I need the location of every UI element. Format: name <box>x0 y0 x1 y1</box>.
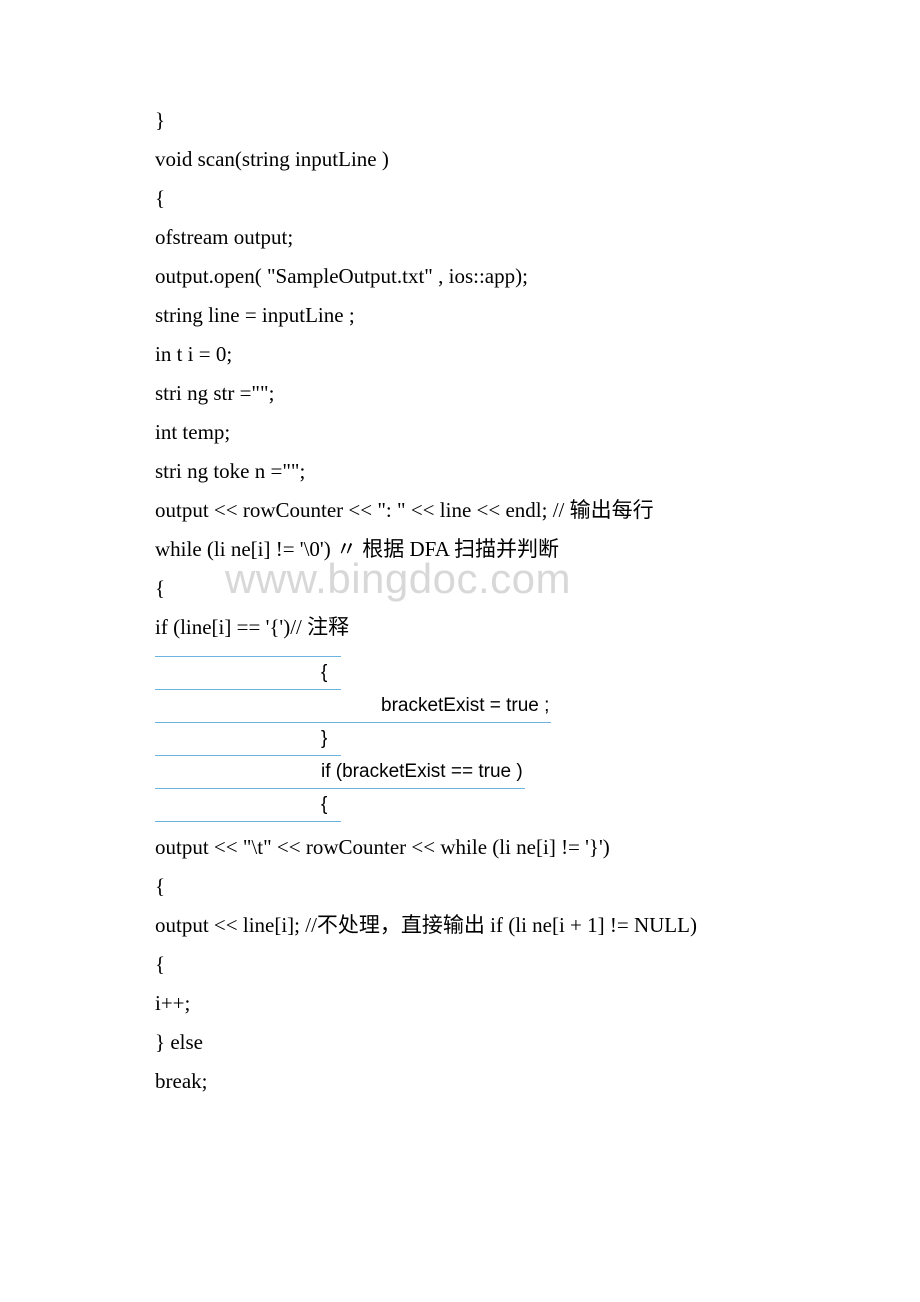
code-line: string line = inputLine ; <box>155 305 765 326</box>
table-row: { <box>155 789 765 822</box>
code-line: output << line[i]; //不处理，直接输出 if (li ne[… <box>155 915 765 936</box>
code-line: while (li ne[i] != '\0') 〃 根据 DFA 扫描并判断 <box>155 539 765 560</box>
document-body: } void scan(string inputLine ) { ofstrea… <box>0 0 920 1190</box>
table-row: } <box>155 723 765 756</box>
table-cell-indent <box>155 656 319 690</box>
table-cell-indent <box>155 690 379 723</box>
table-cell: { <box>319 789 341 822</box>
table-cell: } <box>319 723 341 756</box>
table-cell: bracketExist = true ; <box>379 690 551 723</box>
code-line: void scan(string inputLine ) <box>155 149 765 170</box>
code-line: in t i = 0; <box>155 344 765 365</box>
code-line: { <box>155 954 765 975</box>
code-line: { <box>155 876 765 897</box>
table-row: if (bracketExist == true ) <box>155 756 765 789</box>
code-line: output << "\t" << rowCounter << while (l… <box>155 837 765 858</box>
code-line: break; <box>155 1071 765 1092</box>
table-cell-indent <box>155 789 319 822</box>
code-line: output << rowCounter << ": " << line << … <box>155 500 765 521</box>
table-cell: if (bracketExist == true ) <box>319 756 525 789</box>
table-cell-indent <box>155 756 319 789</box>
code-line: { <box>155 188 765 209</box>
code-line: } else <box>155 1032 765 1053</box>
code-line: } <box>155 110 765 131</box>
table-cell: { <box>319 656 341 690</box>
code-line: output.open( "SampleOutput.txt" , ios::a… <box>155 266 765 287</box>
code-line: i++; <box>155 993 765 1014</box>
code-table: { bracketExist = true ; } if (bracketExi… <box>155 656 765 822</box>
code-line: int temp; <box>155 422 765 443</box>
code-line: stri ng toke n =""; <box>155 461 765 482</box>
code-line: { <box>155 578 765 599</box>
code-line: if (line[i] == '{')// 注释 <box>155 617 765 638</box>
table-row: { <box>155 656 765 690</box>
code-line: ofstream output; <box>155 227 765 248</box>
table-row: bracketExist = true ; <box>155 690 765 723</box>
code-line: stri ng str =""; <box>155 383 765 404</box>
table-cell-indent <box>155 723 319 756</box>
